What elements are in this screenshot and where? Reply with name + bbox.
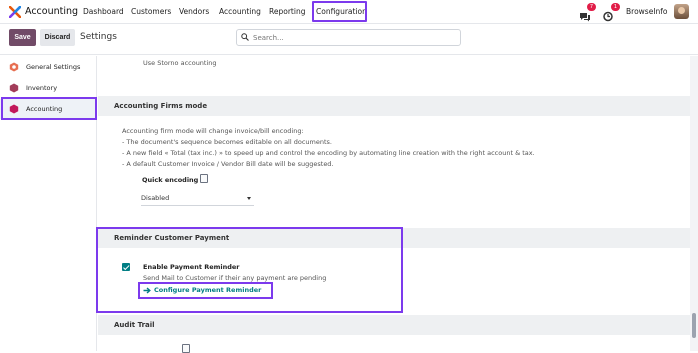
firms-line: - A new field « Total (tax inc.) » to sp… (122, 149, 535, 157)
sidebar-item-label: Inventory (26, 84, 58, 92)
clock-icon (603, 11, 613, 22)
discard-button[interactable]: Discard (40, 29, 75, 46)
configure-link-highlight-box (138, 282, 273, 299)
sidebar-item-inventory[interactable]: Inventory (0, 78, 97, 98)
storno-label: Use Storno accounting (143, 59, 217, 67)
quick-encoding-label: Quick encoding (142, 176, 199, 184)
firms-line: - The document's sequence becomes editab… (122, 138, 332, 146)
accounting-highlight-box (1, 97, 97, 120)
accounting-app-icon[interactable] (9, 6, 21, 18)
inventory-icon (9, 83, 19, 93)
save-button[interactable]: Save (9, 29, 36, 46)
app-name[interactable]: Accounting (25, 6, 78, 17)
activity-badge: 1 (611, 3, 620, 11)
firms-line: - A default Customer Invoice / Vendor Bi… (122, 160, 334, 168)
sidebar-item-general-settings[interactable]: General Settings (0, 57, 97, 77)
quick-encoding-value: Disabled (141, 194, 170, 202)
scrollbar[interactable] (690, 56, 698, 351)
menu-accounting[interactable]: Accounting (219, 7, 261, 16)
sidebar-item-label: General Settings (26, 63, 81, 71)
configuration-highlight-box (312, 1, 367, 22)
database-icon (200, 174, 208, 183)
menu-customers[interactable]: Customers (131, 7, 171, 16)
user-name[interactable]: BrowseInfo (626, 7, 668, 16)
search-icon (241, 33, 249, 41)
chevron-down-icon (247, 197, 251, 200)
firms-line: Accounting firm mode will change invoice… (122, 127, 304, 135)
chat-icon (580, 13, 590, 22)
page-title: Settings (80, 32, 117, 42)
odoo-logo-icon (9, 62, 19, 72)
chat-button[interactable]: 7 (579, 3, 596, 22)
quick-encoding-select[interactable]: Disabled (141, 194, 254, 206)
menu-dashboard[interactable]: Dashboard (83, 7, 124, 16)
menu-vendors[interactable]: Vendors (179, 7, 209, 16)
reminder-highlight-box (96, 227, 403, 313)
activity-button[interactable]: 1 (603, 3, 620, 22)
scrollbar-thumb[interactable] (692, 313, 696, 338)
database-icon (182, 344, 190, 353)
audit-section-title: Audit Trail (98, 315, 690, 335)
menu-reporting[interactable]: Reporting (269, 7, 305, 16)
avatar[interactable] (674, 4, 689, 19)
search-input[interactable] (253, 31, 453, 44)
chat-badge: 7 (587, 3, 596, 11)
firms-section-title: Accounting Firms mode (98, 96, 690, 116)
